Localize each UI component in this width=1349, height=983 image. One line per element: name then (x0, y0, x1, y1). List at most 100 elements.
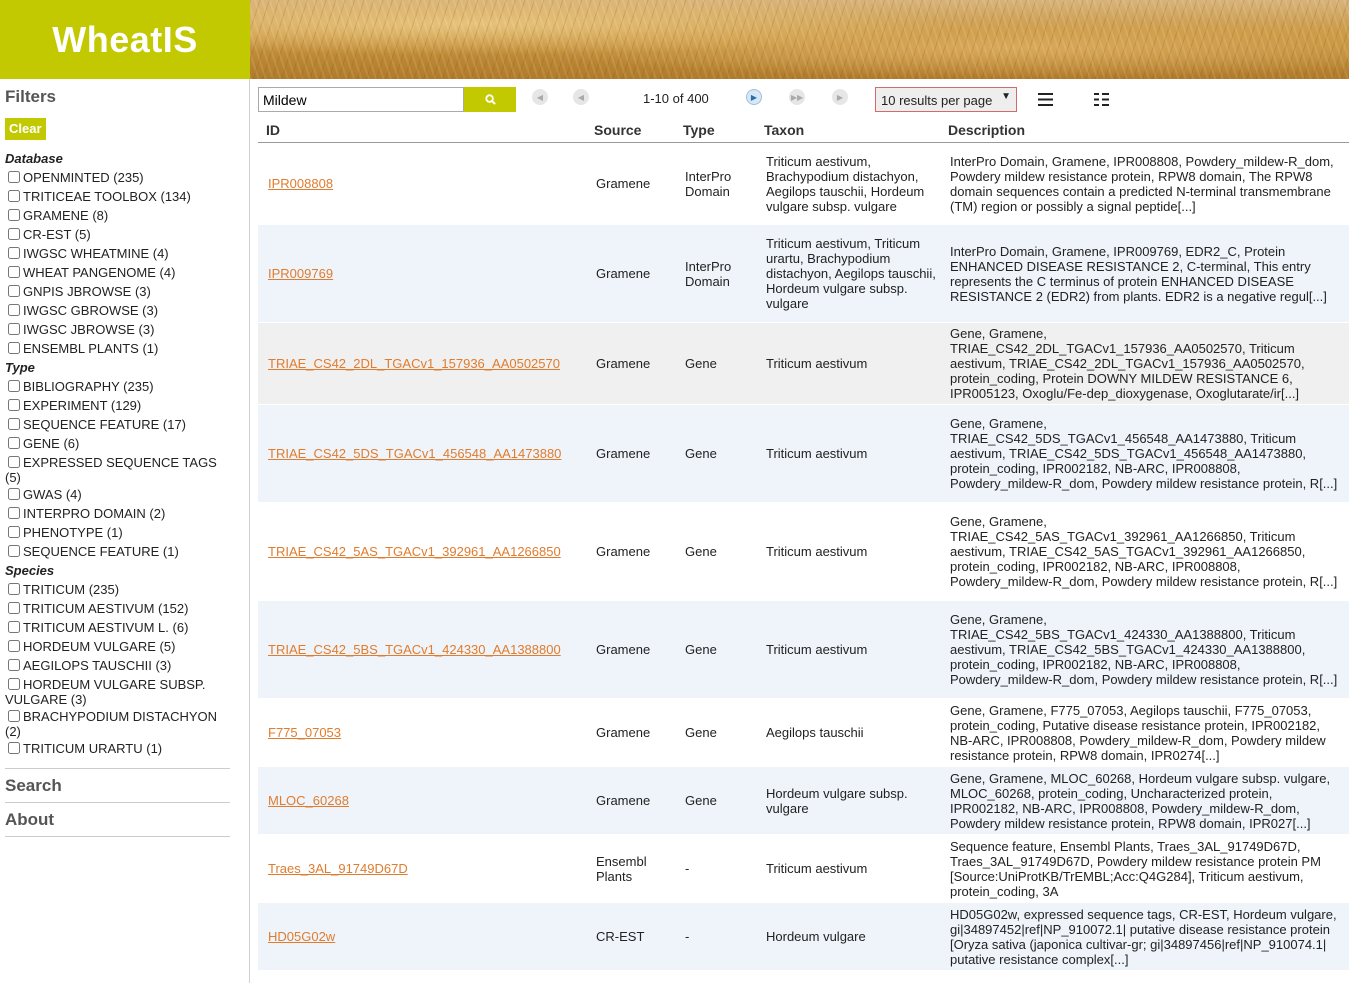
next-page-icon: ▶ (750, 92, 758, 102)
filter-option[interactable]: IWGSC JBROWSE (3) (5, 320, 230, 339)
result-source-cell: Gramene (596, 767, 681, 834)
filter-option[interactable]: TRITICEAE TOOLBOX (134) (5, 187, 230, 206)
filter-option[interactable]: WHEAT PANGENOME (4) (5, 263, 230, 282)
filter-checkbox[interactable] (8, 526, 20, 538)
result-id-link[interactable]: TRIAE_CS42_5AS_TGACv1_392961_AA1266850 (268, 544, 561, 559)
filters-heading[interactable]: Filters (5, 87, 56, 107)
app-logo[interactable]: WheatIS (0, 0, 250, 79)
next-page-button[interactable]: ▶ (746, 89, 762, 105)
filter-option[interactable]: CR-EST (5) (5, 225, 230, 244)
result-description: InterPro Domain, Gramene, IPR009769, EDR… (950, 243, 1327, 304)
filter-checkbox[interactable] (8, 621, 20, 633)
filter-checkbox[interactable] (8, 190, 20, 202)
search-button[interactable] (464, 87, 516, 112)
previous-page-button[interactable]: ◀ (573, 89, 589, 105)
filter-option[interactable]: BRACHYPODIUM DISTACHYON (2) (5, 707, 230, 739)
filter-checkbox[interactable] (8, 456, 20, 468)
filter-checkbox[interactable] (8, 507, 20, 519)
filter-checkbox[interactable] (8, 266, 20, 278)
filter-option[interactable]: TRITICUM URARTU (1) (5, 739, 230, 758)
result-id-link[interactable]: IPR008808 (268, 176, 333, 191)
list-view-icon[interactable] (1038, 92, 1053, 107)
result-type: - (685, 861, 690, 876)
search-heading[interactable]: Search (5, 776, 230, 796)
filter-checkbox[interactable] (8, 418, 20, 430)
filter-option[interactable]: GWAS (4) (5, 485, 230, 504)
header-description[interactable]: Description (948, 122, 1025, 138)
result-id-link[interactable]: F775_07053 (268, 725, 341, 740)
filter-checkbox[interactable] (8, 285, 20, 297)
filter-option[interactable]: ENSEMBL PLANTS (1) (5, 339, 230, 358)
filter-checkbox[interactable] (8, 247, 20, 259)
result-id-link[interactable]: TRIAE_CS42_2DL_TGACv1_157936_AA0502570 (268, 356, 560, 371)
filter-option[interactable]: IWGSC WHEATMINE (4) (5, 244, 230, 263)
header-source[interactable]: Source (594, 122, 641, 138)
filter-option[interactable]: EXPRESSED SEQUENCE TAGS (5) (5, 453, 230, 485)
filter-option[interactable]: IWGSC GBROWSE (3) (5, 301, 230, 320)
filter-checkbox[interactable] (8, 399, 20, 411)
filter-option[interactable]: GRAMENE (8) (5, 206, 230, 225)
filter-checkbox[interactable] (8, 304, 20, 316)
table-row: TRIAE_CS42_5BS_TGACv1_424330_AA1388800 Gr… (258, 601, 1349, 699)
filter-checkbox[interactable] (8, 209, 20, 221)
result-id-link[interactable]: TRIAE_CS42_5DS_TGACv1_456548_AA1473880 (268, 446, 561, 461)
filter-option[interactable]: BIBLIOGRAPHY (235) (5, 377, 230, 396)
filter-checkbox[interactable] (8, 678, 20, 690)
result-source-cell: Gramene (596, 405, 681, 502)
filter-checkbox[interactable] (8, 640, 20, 652)
filter-checkbox[interactable] (8, 710, 20, 722)
filter-option[interactable]: HORDEUM VULGARE (5) (5, 637, 230, 656)
filter-option[interactable]: PHENOTYPE (1) (5, 523, 230, 542)
filter-checkbox[interactable] (8, 659, 20, 671)
filter-option[interactable]: TRITICUM (235) (5, 580, 230, 599)
filter-checkbox[interactable] (8, 323, 20, 335)
filter-option[interactable]: GENE (6) (5, 434, 230, 453)
about-section[interactable]: About (5, 802, 230, 836)
result-id-link[interactable]: Traes_3AL_91749D67D (268, 861, 408, 876)
filter-checkbox[interactable] (8, 380, 20, 392)
header-type[interactable]: Type (683, 122, 715, 138)
filter-option[interactable]: SEQUENCE FEATURE (17) (5, 415, 230, 434)
filter-option[interactable]: AEGILOPS TAUSCHII (3) (5, 656, 230, 675)
result-id-link[interactable]: HD05G02w (268, 929, 335, 944)
filter-option[interactable]: GNPIS JBROWSE (3) (5, 282, 230, 301)
search-input[interactable] (258, 87, 464, 112)
results-per-page-select[interactable]: 10 results per page ▼ (875, 87, 1017, 112)
table-row: TRIAE_CS42_5AS_TGACv1_392961_AA1266850 Gr… (258, 503, 1349, 601)
filter-option[interactable]: TRITICUM AESTIVUM (152) (5, 599, 230, 618)
filter-option[interactable]: OPENMINTED (235) (5, 168, 230, 187)
result-taxon-cell: Aegilops tauschii (766, 699, 944, 766)
about-heading[interactable]: About (5, 810, 230, 830)
filter-checkbox[interactable] (8, 583, 20, 595)
first-page-button[interactable]: ◀ (532, 89, 548, 105)
filter-checkbox[interactable] (8, 488, 20, 500)
clear-filters-button[interactable]: Clear (5, 118, 46, 140)
search-section[interactable]: Search (5, 768, 230, 802)
result-type: Gene (685, 544, 717, 559)
filter-checkbox[interactable] (8, 742, 20, 754)
filter-option[interactable]: HORDEUM VULGARE SUBSP. VULGARE (3) (5, 675, 230, 707)
filter-option[interactable]: EXPERIMENT (129) (5, 396, 230, 415)
filter-checkbox[interactable] (8, 342, 20, 354)
result-id-link[interactable]: IPR009769 (268, 266, 333, 281)
table-body: IPR008808 Gramene InterPro Domain Triticum … (258, 143, 1349, 971)
result-id-link[interactable]: MLOC_60268 (268, 793, 349, 808)
filter-checkbox[interactable] (8, 228, 20, 240)
fast-forward-button[interactable]: ▶▶ (789, 89, 805, 105)
filter-option[interactable]: SEQUENCE FEATURE (1) (5, 542, 230, 561)
filter-checkbox[interactable] (8, 602, 20, 614)
filter-option[interactable]: TRITICUM AESTIVUM L. (6) (5, 618, 230, 637)
result-type-cell: Gene (685, 503, 763, 600)
result-source: Gramene (596, 176, 651, 191)
filter-checkbox[interactable] (8, 171, 20, 183)
filter-checkbox[interactable] (8, 545, 20, 557)
last-page-button[interactable]: ▶ (832, 89, 848, 105)
filter-checkbox[interactable] (8, 437, 20, 449)
grid-view-icon[interactable] (1094, 92, 1109, 107)
filter-label: TRITICUM URARTU (1) (23, 741, 163, 756)
result-source: Gramene (596, 446, 651, 461)
header-taxon[interactable]: Taxon (764, 122, 804, 138)
result-id-link[interactable]: TRIAE_CS42_5BS_TGACv1_424330_AA1388800 (268, 642, 561, 657)
filter-option[interactable]: INTERPRO DOMAIN (2) (5, 504, 230, 523)
header-id[interactable]: ID (266, 122, 280, 138)
